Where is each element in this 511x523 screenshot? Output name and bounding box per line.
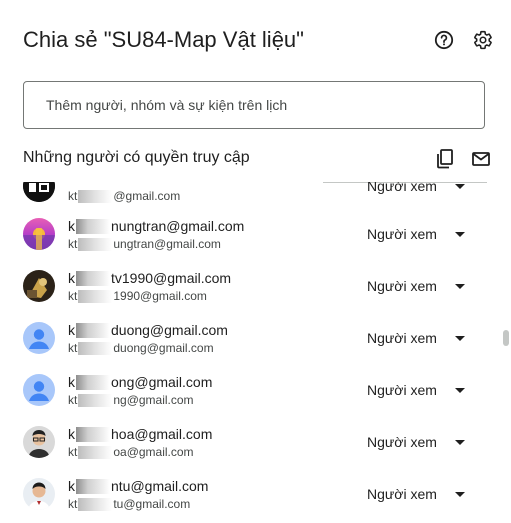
person-name: k duong@gmail.com: [68, 322, 228, 338]
redacted: [78, 342, 113, 355]
mail-icon[interactable]: [470, 148, 492, 170]
person-email: kt ng@gmail.com: [68, 393, 194, 407]
person-name: k nungtran@gmail.com: [68, 218, 245, 234]
list-item[interactable]: k ong@gmail.com kt ng@gmail.com Người xem: [0, 364, 500, 416]
redacted: [78, 394, 113, 407]
avatar: [23, 270, 55, 302]
list-item[interactable]: k duong@gmail.com kt duong@gmail.com Người…: [0, 312, 500, 364]
help-icon[interactable]: [433, 29, 455, 51]
redacted: [76, 427, 110, 442]
list-item[interactable]: k tv1990@gmail.com kt 1990@gmail.com Người…: [0, 260, 500, 312]
redacted: [76, 219, 110, 234]
chevron-down-icon: [454, 231, 465, 237]
person-name: k ntu@gmail.com: [68, 478, 209, 494]
chevron-down-icon: [454, 387, 465, 393]
scrollbar[interactable]: [503, 330, 509, 346]
person-email: kt tu@gmail.com: [68, 497, 191, 511]
avatar: [23, 478, 55, 510]
role-dropdown[interactable]: Người xem: [367, 382, 465, 398]
redacted: [78, 190, 113, 203]
role-dropdown[interactable]: Người xem: [367, 226, 465, 242]
role-dropdown[interactable]: Người xem: [367, 278, 465, 294]
redacted: [76, 323, 110, 338]
role-label: Người xem: [367, 486, 437, 502]
redacted: [76, 375, 110, 390]
list-item[interactable]: k nungtran@gmail.com kt ungtran@gmail.com …: [0, 208, 500, 260]
chevron-down-icon: [454, 283, 465, 289]
people-list: kt @gmail.com Người xem k nungtran@gmail.c…: [0, 182, 511, 523]
chevron-down-icon: [454, 335, 465, 341]
chevron-down-icon: [454, 491, 465, 497]
copy-icon[interactable]: [434, 148, 456, 170]
person-name: k ong@gmail.com: [68, 374, 213, 390]
person-email: kt oa@gmail.com: [68, 445, 194, 459]
redacted: [78, 290, 113, 303]
list-item[interactable]: k ntu@gmail.com kt tu@gmail.com Người xem: [0, 468, 500, 520]
role-label: Người xem: [367, 226, 437, 242]
avatar: [23, 426, 55, 458]
chevron-down-icon: [454, 183, 465, 189]
role-dropdown[interactable]: Người xem: [367, 486, 465, 502]
redacted: [78, 498, 113, 511]
person-email: kt @gmail.com: [68, 189, 181, 203]
role-label: Người xem: [367, 434, 437, 450]
list-item[interactable]: k hoa@gmail.com kt oa@gmail.com Người xem: [0, 416, 500, 468]
add-people-field[interactable]: [23, 81, 485, 129]
role-label: Người xem: [367, 330, 437, 346]
person-email: kt ungtran@gmail.com: [68, 237, 221, 251]
person-name: k hoa@gmail.com: [68, 426, 213, 442]
redacted: [76, 479, 110, 494]
role-dropdown[interactable]: Người xem: [367, 434, 465, 450]
redacted: [76, 271, 110, 286]
add-people-input[interactable]: [44, 96, 484, 114]
dialog-title: Chia sẻ "SU84-Map Vật liệu": [23, 27, 304, 52]
role-label: Người xem: [367, 182, 437, 194]
role-label: Người xem: [367, 278, 437, 294]
redacted: [78, 238, 113, 251]
person-email: kt duong@gmail.com: [68, 341, 214, 355]
role-label: Người xem: [367, 382, 437, 398]
people-with-access-heading: Những người có quyền truy cập: [23, 149, 250, 166]
redacted: [78, 446, 113, 459]
avatar: [23, 218, 55, 250]
avatar: [23, 322, 55, 354]
avatar: [23, 374, 55, 406]
person-email: kt 1990@gmail.com: [68, 289, 207, 303]
role-dropdown[interactable]: Người xem: [367, 330, 465, 346]
person-name: k tv1990@gmail.com: [68, 270, 232, 286]
gear-icon[interactable]: [472, 29, 494, 51]
role-dropdown[interactable]: Người xem: [367, 182, 465, 194]
chevron-down-icon: [454, 439, 465, 445]
avatar: [23, 182, 55, 202]
